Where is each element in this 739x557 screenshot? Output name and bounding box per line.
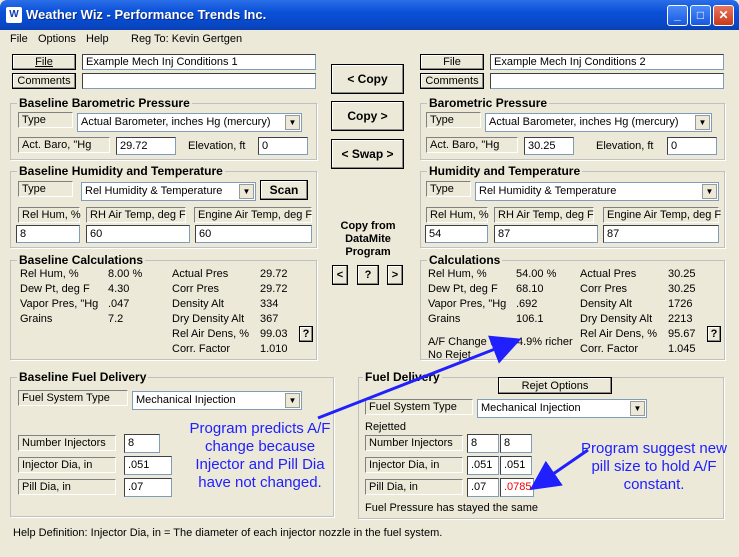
- help-definition: Help Definition: Injector Dia, in = The …: [13, 527, 443, 539]
- annotation-arrows: [317, 335, 589, 491]
- arrow-left: [317, 335, 522, 420]
- arrow-right: [529, 448, 589, 491]
